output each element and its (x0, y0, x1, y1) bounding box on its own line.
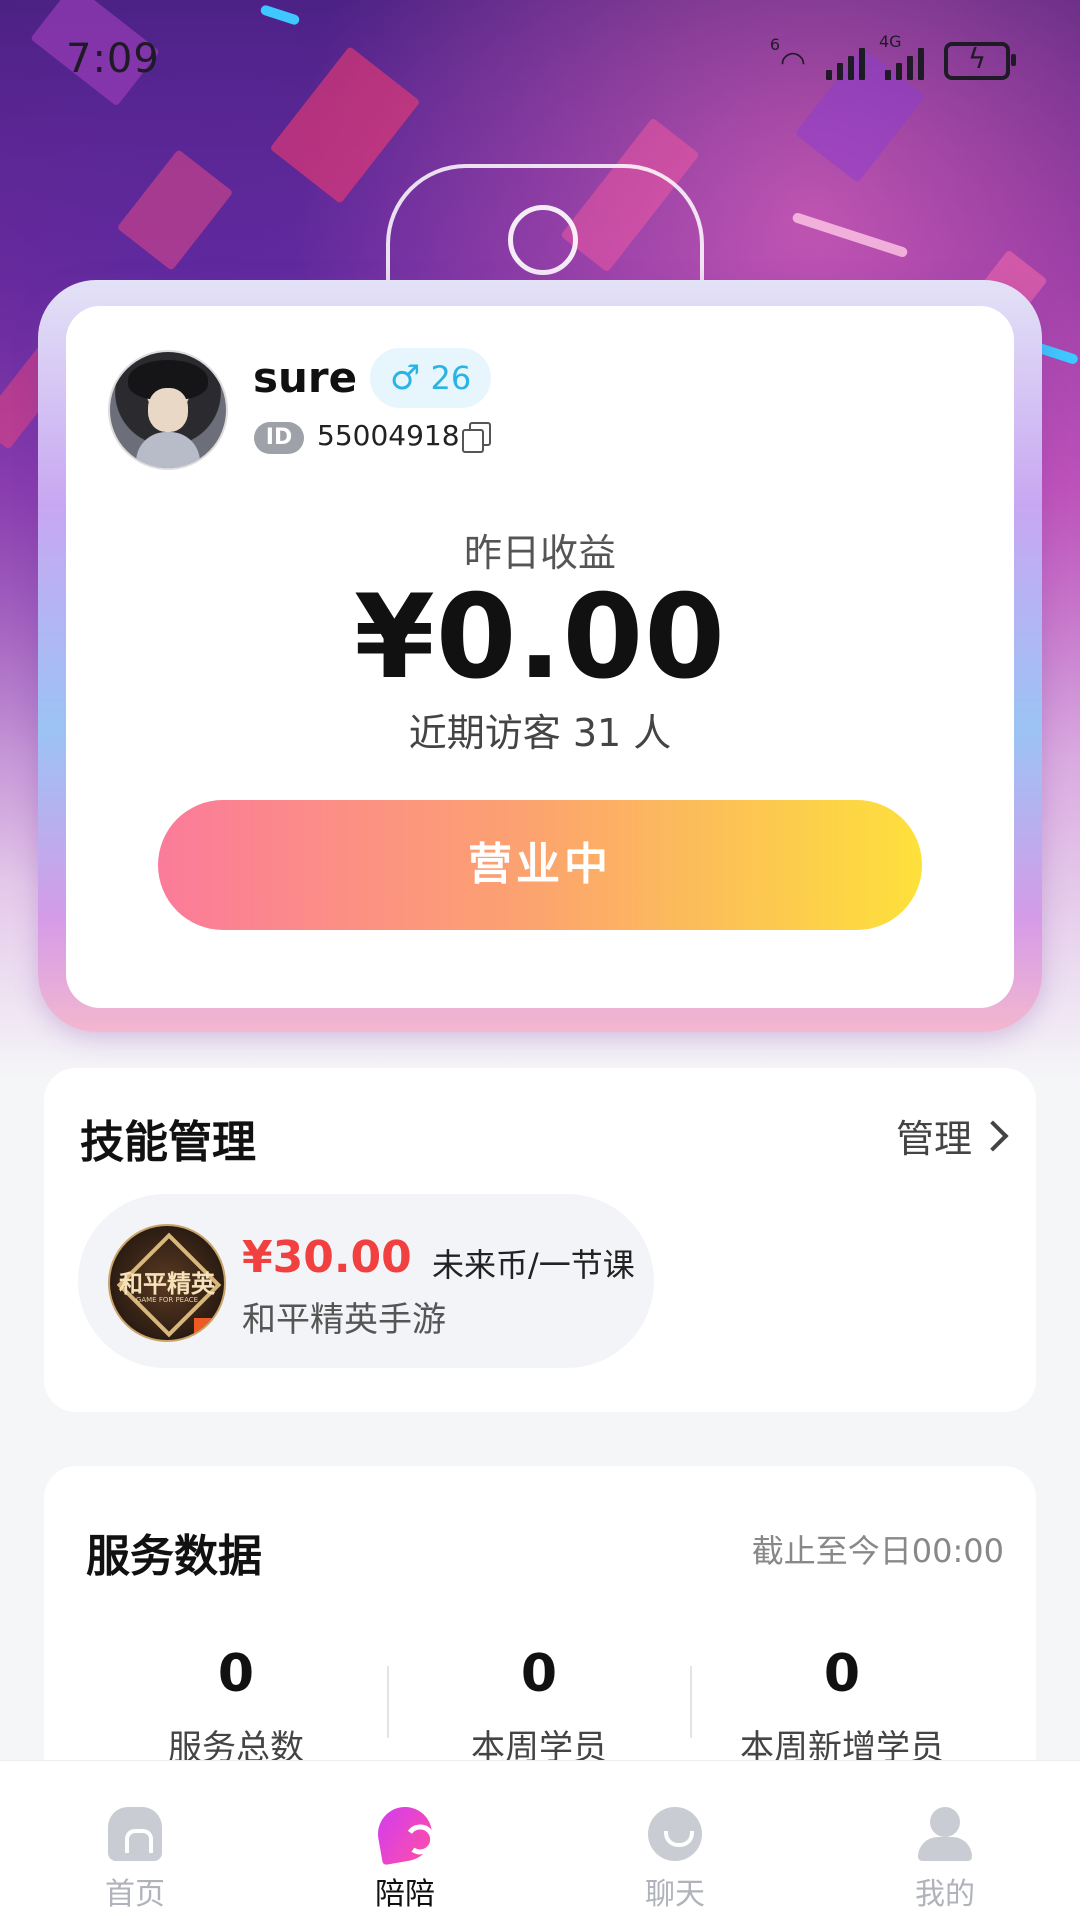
bottom-nav: 首页 陪陪 聊天 我的 (0, 1760, 1080, 1921)
nav-label: 陪陪 (375, 1877, 435, 1912)
signal-icon (826, 46, 865, 80)
username: sure (253, 353, 358, 402)
chevron-right-icon (977, 1119, 1009, 1152)
stat-weekly-students: 0 本周学员 (389, 1644, 689, 1769)
nav-label: 聊天 (645, 1877, 705, 1912)
age-value: 26 (430, 359, 472, 397)
user-id: 55004918 (317, 419, 460, 452)
cutoff-time: 截止至今日00:00 (751, 1532, 1004, 1570)
home-icon (108, 1807, 162, 1861)
skill-price: ¥30.00 (242, 1232, 412, 1283)
skill-price-unit: 未来币/一节课 (432, 1246, 635, 1284)
stat-value: 0 (520, 1644, 558, 1704)
status-bar: 7:09 6 ◠ 4G ϟ (0, 0, 1080, 120)
gender-age-badge: ♂ 26 (370, 348, 492, 408)
chat-icon (648, 1807, 702, 1861)
nav-label: 我的 (915, 1877, 975, 1912)
status-time: 7:09 (66, 36, 160, 82)
nav-item-peipei[interactable]: 陪陪 (270, 1761, 540, 1921)
visitors-count[interactable]: 近期访客 31 人 (0, 702, 1080, 757)
nav-item-chat[interactable]: 聊天 (540, 1761, 810, 1921)
wifi-icon: 6 ◠ (769, 35, 806, 80)
battery-icon: ϟ (944, 42, 1016, 80)
avatar[interactable] (108, 350, 228, 470)
earnings-value: ¥0.00 (354, 570, 726, 705)
game-icon-text: 和平精英 (119, 1270, 215, 1298)
service-title: 服务数据 (86, 1531, 262, 1582)
skill-game-name: 和平精英手游 (242, 1300, 446, 1340)
skills-title: 技能管理 (80, 1117, 256, 1168)
id-tag: ID (254, 422, 304, 454)
skills-card: 技能管理 管理 和平精英 GAME FOR PEACE ¥30.00 未来币/一… (44, 1068, 1036, 1412)
skill-item[interactable]: 和平精英 GAME FOR PEACE ¥30.00 未来币/一节课 和平精英手… (78, 1194, 654, 1368)
network-label: 4G (879, 32, 902, 51)
earnings-label: 昨日收益 (463, 531, 616, 575)
business-status-button[interactable]: 营业中 (158, 800, 922, 930)
game-icon: 和平精英 GAME FOR PEACE (108, 1224, 226, 1342)
male-icon: ♂ (390, 358, 421, 398)
game-icon-subtext: GAME FOR PEACE (135, 1296, 199, 1304)
status-icons: 6 ◠ 4G ϟ (769, 32, 1016, 80)
stat-total-services: 0 服务总数 (86, 1644, 386, 1769)
stat-value: 0 (823, 1644, 861, 1704)
manage-skills-link[interactable]: 管理 (895, 1108, 1009, 1163)
heart-chat-icon (373, 1802, 437, 1866)
nav-item-me[interactable]: 我的 (810, 1761, 1080, 1921)
nav-label: 首页 (105, 1877, 165, 1912)
profile-icon (918, 1807, 972, 1861)
signal-4g-icon: 4G (879, 32, 924, 80)
wifi-label: 6 (769, 35, 780, 54)
copy-icon[interactable] (462, 422, 491, 453)
stat-weekly-new-students: 0 本周新增学员 (692, 1644, 992, 1769)
badge-hole (508, 205, 578, 275)
stat-value: 0 (217, 1644, 255, 1704)
nav-item-home[interactable]: 首页 (0, 1761, 270, 1921)
manage-label: 管理 (895, 1117, 972, 1161)
